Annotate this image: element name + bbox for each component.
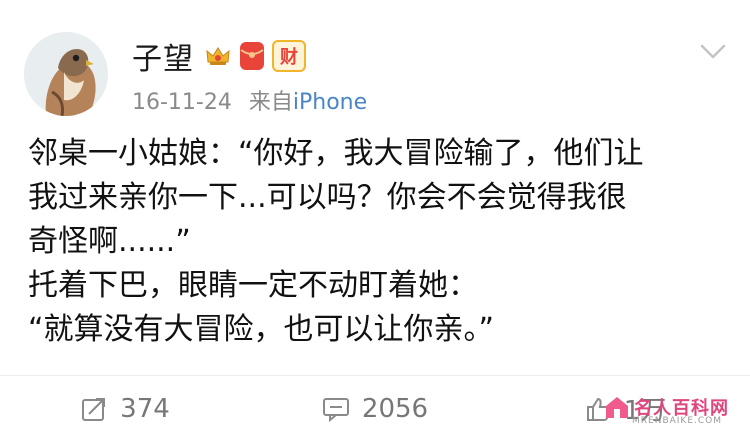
source-link[interactable]: iPhone	[293, 90, 367, 115]
source-prefix: 来自	[248, 90, 293, 115]
avatar[interactable]	[24, 32, 108, 116]
post-line: “就算没有大冒险，也可以让你亲。”	[28, 312, 495, 347]
comment-button[interactable]: 2056	[250, 394, 500, 424]
cai-badge-label: 财	[280, 47, 298, 68]
comment-count: 2056	[361, 393, 429, 424]
cai-badge[interactable]: 财	[272, 40, 306, 72]
post-content: 邻桌一小姑娘：“你好，我大冒险输了，他们让 我过来亲你一下...可以吗？你会不会…	[28, 132, 728, 352]
repost-icon	[82, 397, 106, 421]
post-line: 奇怪啊......”	[28, 224, 191, 259]
house-icon	[606, 397, 628, 418]
comment-icon	[322, 397, 349, 422]
chevron-down-icon[interactable]	[697, 35, 729, 67]
weibo-post-card: 子望 财 16-11-24 来自iPhone 邻桌一小姑娘：“你好，我大冒险输了…	[0, 0, 750, 441]
repost-count: 374	[120, 393, 170, 424]
bird-avatar-image	[24, 32, 108, 116]
post-line: 托着下巴，眼睛一定不动盯着她：	[28, 268, 478, 303]
username[interactable]: 子望	[132, 34, 194, 78]
post-line: 邻桌一小姑娘：“你好，我大冒险输了，他们让	[28, 136, 644, 171]
red-envelope-icon[interactable]	[240, 42, 264, 70]
post-meta: 16-11-24 来自iPhone	[132, 84, 367, 116]
post-line: 我过来亲你一下...可以吗？你会不会觉得我很	[28, 180, 627, 215]
watermark: 名人百科网 MRENBAIKE.COM	[604, 394, 729, 426]
crown-badge-icon[interactable]	[204, 42, 232, 70]
watermark-domain: MRENBAIKE.COM	[632, 416, 723, 426]
repost-button[interactable]: 374	[0, 394, 250, 424]
user-badges: 财	[204, 40, 306, 72]
timestamp: 16-11-24	[132, 90, 232, 115]
